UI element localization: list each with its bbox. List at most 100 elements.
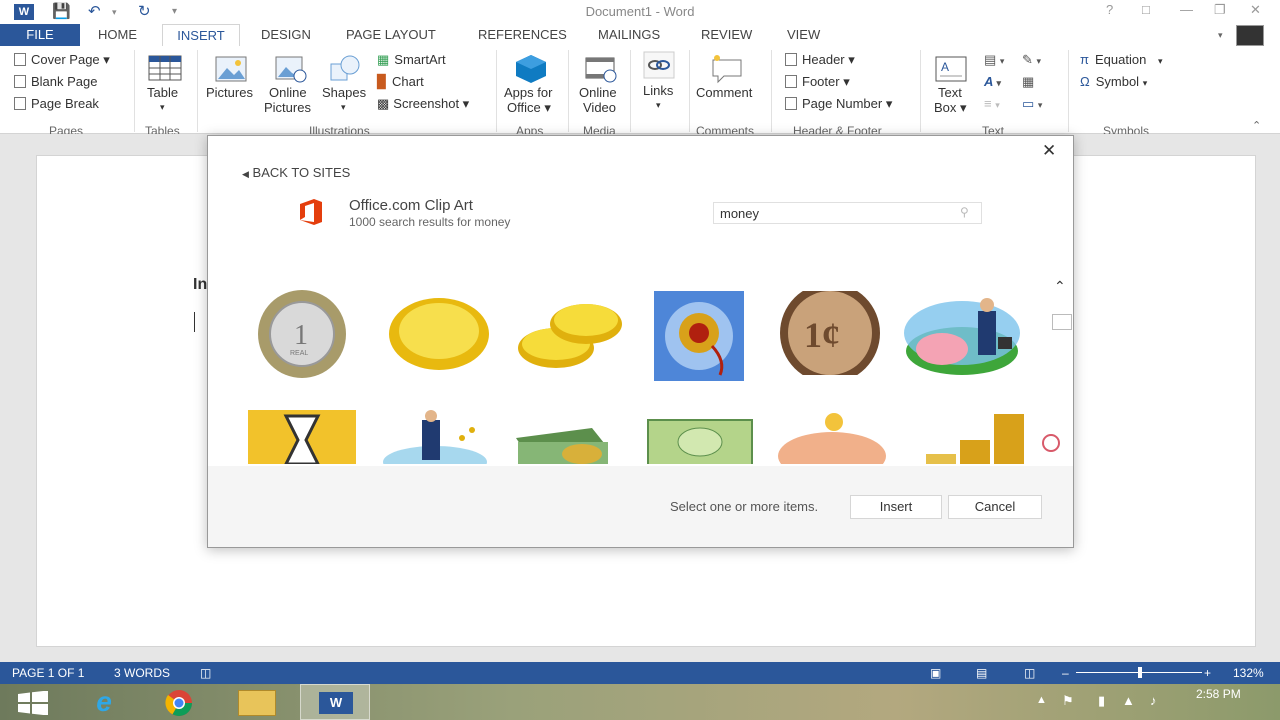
clock[interactable]: 2:58 PM xyxy=(1196,687,1241,701)
online-pictures-label-1[interactable]: Online xyxy=(269,85,307,100)
shapes-button[interactable]: Shapes xyxy=(322,85,366,100)
chrome-icon[interactable] xyxy=(164,688,194,718)
avatar[interactable] xyxy=(1236,25,1264,46)
clipart-coin-stacks[interactable] xyxy=(912,410,1032,464)
symbol-button[interactable]: Ω Symbol ▾ xyxy=(1080,74,1147,91)
internet-explorer-icon[interactable]: e xyxy=(86,688,122,716)
zoom-in-icon[interactable]: + xyxy=(1204,666,1211,680)
online-video-label-1[interactable]: Online xyxy=(579,85,617,100)
table-dropdown-icon[interactable]: ▾ xyxy=(160,100,165,115)
page-count[interactable]: PAGE 1 OF 1 xyxy=(12,666,84,680)
pictures-button[interactable]: Pictures xyxy=(206,85,253,100)
taskbar-word-button[interactable]: W xyxy=(300,684,370,720)
clipart-banknote[interactable] xyxy=(646,418,754,464)
divider xyxy=(568,50,569,132)
online-video-icon xyxy=(585,57,617,83)
word-count[interactable]: 3 WORDS xyxy=(114,666,170,680)
zoom-out-icon[interactable]: – xyxy=(1062,666,1069,680)
scroll-up-icon[interactable]: ⌃ xyxy=(1054,278,1066,295)
footer-button[interactable]: Footer ▾ xyxy=(785,74,850,90)
tab-insert[interactable]: INSERT xyxy=(162,24,240,46)
cancel-button[interactable]: Cancel xyxy=(948,495,1042,519)
tab-references[interactable]: REFERENCES xyxy=(478,24,567,46)
screenshot-button[interactable]: ▩ Screenshot ▾ xyxy=(377,96,469,112)
table-button[interactable]: Table xyxy=(147,85,178,100)
volume-icon[interactable]: ♪ xyxy=(1150,693,1157,708)
clipart-coin-real[interactable]: 1REAL xyxy=(242,289,362,379)
battery-icon[interactable]: ▮ xyxy=(1098,693,1105,709)
show-hidden-icons[interactable]: ▲ xyxy=(1036,694,1047,706)
wordart-icon[interactable]: A ▾ xyxy=(984,74,1001,91)
shapes-dropdown-icon[interactable]: ▾ xyxy=(341,100,346,115)
equation-button[interactable]: π Equation ▾ xyxy=(1080,52,1162,69)
clipart-businessman-piggy-bank[interactable] xyxy=(902,293,1022,377)
divider xyxy=(134,50,135,132)
tab-mailings[interactable]: MAILINGS xyxy=(598,24,660,46)
smartart-button[interactable]: ▦ SmartArt xyxy=(377,52,446,68)
file-explorer-icon[interactable] xyxy=(238,690,276,716)
back-arrow-icon: ◀ xyxy=(242,169,249,179)
close-dialog-icon[interactable]: ✕ xyxy=(1042,141,1056,161)
action-center-icon[interactable]: ⚑ xyxy=(1062,693,1074,709)
links-dropdown-icon[interactable]: ▾ xyxy=(656,98,661,113)
network-icon[interactable]: ▲ xyxy=(1122,693,1135,708)
zoom-slider-thumb[interactable] xyxy=(1138,667,1142,678)
clipart-cash-and-coins[interactable] xyxy=(512,418,612,464)
search-input[interactable] xyxy=(720,205,950,221)
web-layout-icon[interactable]: ◫ xyxy=(1024,666,1035,680)
clipart-gold-coin[interactable] xyxy=(384,293,494,375)
read-mode-icon[interactable]: ▣ xyxy=(930,666,941,680)
tab-view[interactable]: VIEW xyxy=(787,24,820,46)
links-button[interactable]: Links xyxy=(643,83,673,98)
text-box-label-2[interactable]: Box ▾ xyxy=(934,100,967,115)
tab-file[interactable]: FILE xyxy=(0,24,80,46)
chart-button[interactable]: ▉ Chart xyxy=(377,74,424,90)
drop-cap-icon[interactable]: ≡ ▾ xyxy=(984,96,1000,113)
tab-page-layout[interactable]: PAGE LAYOUT xyxy=(346,24,436,46)
header-button[interactable]: Header ▾ xyxy=(785,52,855,68)
account-dropdown-icon[interactable]: ▾ xyxy=(1218,24,1223,46)
date-time-icon[interactable]: ▦ xyxy=(1022,74,1034,90)
clipart-gold-coins-stack[interactable] xyxy=(514,296,626,374)
page-break-button[interactable]: Page Break xyxy=(14,96,99,112)
shapes-icon xyxy=(330,55,360,81)
clipart-businessman-throwing-money[interactable] xyxy=(382,408,488,464)
print-layout-icon[interactable]: ▤ xyxy=(976,666,987,680)
clipart-lucky-charm[interactable] xyxy=(654,291,744,381)
restore-icon[interactable]: ❐ xyxy=(1214,2,1226,18)
cent-text: 1¢ xyxy=(804,315,840,355)
close-window-icon[interactable]: ✕ xyxy=(1250,2,1261,18)
apps-for-office-label-2[interactable]: Office ▾ xyxy=(507,100,551,115)
clipart-piggy-bank-coin[interactable] xyxy=(776,412,888,464)
insert-button[interactable]: Insert xyxy=(850,495,942,519)
page-number-button[interactable]: Page Number ▾ xyxy=(785,96,892,112)
search-icon[interactable]: ⚲ xyxy=(960,205,969,219)
search-box[interactable]: ⚲ xyxy=(713,202,982,224)
divider xyxy=(689,50,690,132)
comment-button[interactable]: Comment xyxy=(696,85,752,100)
quick-parts-icon[interactable]: ▤ ▾ xyxy=(984,52,1004,69)
minimize-icon[interactable]: — xyxy=(1180,2,1193,17)
windows-start-icon[interactable] xyxy=(16,691,50,715)
object-icon[interactable]: ▭ ▾ xyxy=(1022,96,1042,113)
scrollbar-thumb[interactable] xyxy=(1052,314,1072,330)
back-to-sites-link[interactable]: ◀ BACK TO SITES xyxy=(242,165,350,180)
clipart-one-cent-coin[interactable]: 1¢ xyxy=(776,291,884,375)
cover-page-button[interactable]: Cover Page ▾ xyxy=(14,52,110,68)
help-button[interactable]: ? xyxy=(1106,2,1113,17)
proofing-icon[interactable]: ◫ xyxy=(200,666,211,680)
apps-for-office-label-1[interactable]: Apps for xyxy=(504,85,552,100)
zoom-level[interactable]: 132% xyxy=(1233,666,1264,680)
signature-line-icon[interactable]: ✎ ▾ xyxy=(1022,52,1041,69)
text-box-label-1[interactable]: Text xyxy=(938,85,962,100)
tab-design[interactable]: DESIGN xyxy=(261,24,311,46)
ribbon-display-icon[interactable]: □ xyxy=(1142,2,1150,17)
clipart-hourglass[interactable] xyxy=(248,410,356,464)
collapse-ribbon-icon[interactable]: ⌃ xyxy=(1252,118,1261,134)
tab-review[interactable]: REVIEW xyxy=(701,24,752,46)
blank-page-button[interactable]: Blank Page xyxy=(14,74,98,90)
online-video-label-2[interactable]: Video xyxy=(583,100,616,115)
tab-home[interactable]: HOME xyxy=(98,24,137,46)
online-pictures-label-2[interactable]: Pictures xyxy=(264,100,311,115)
window-title: Document1 - Word xyxy=(585,4,695,19)
